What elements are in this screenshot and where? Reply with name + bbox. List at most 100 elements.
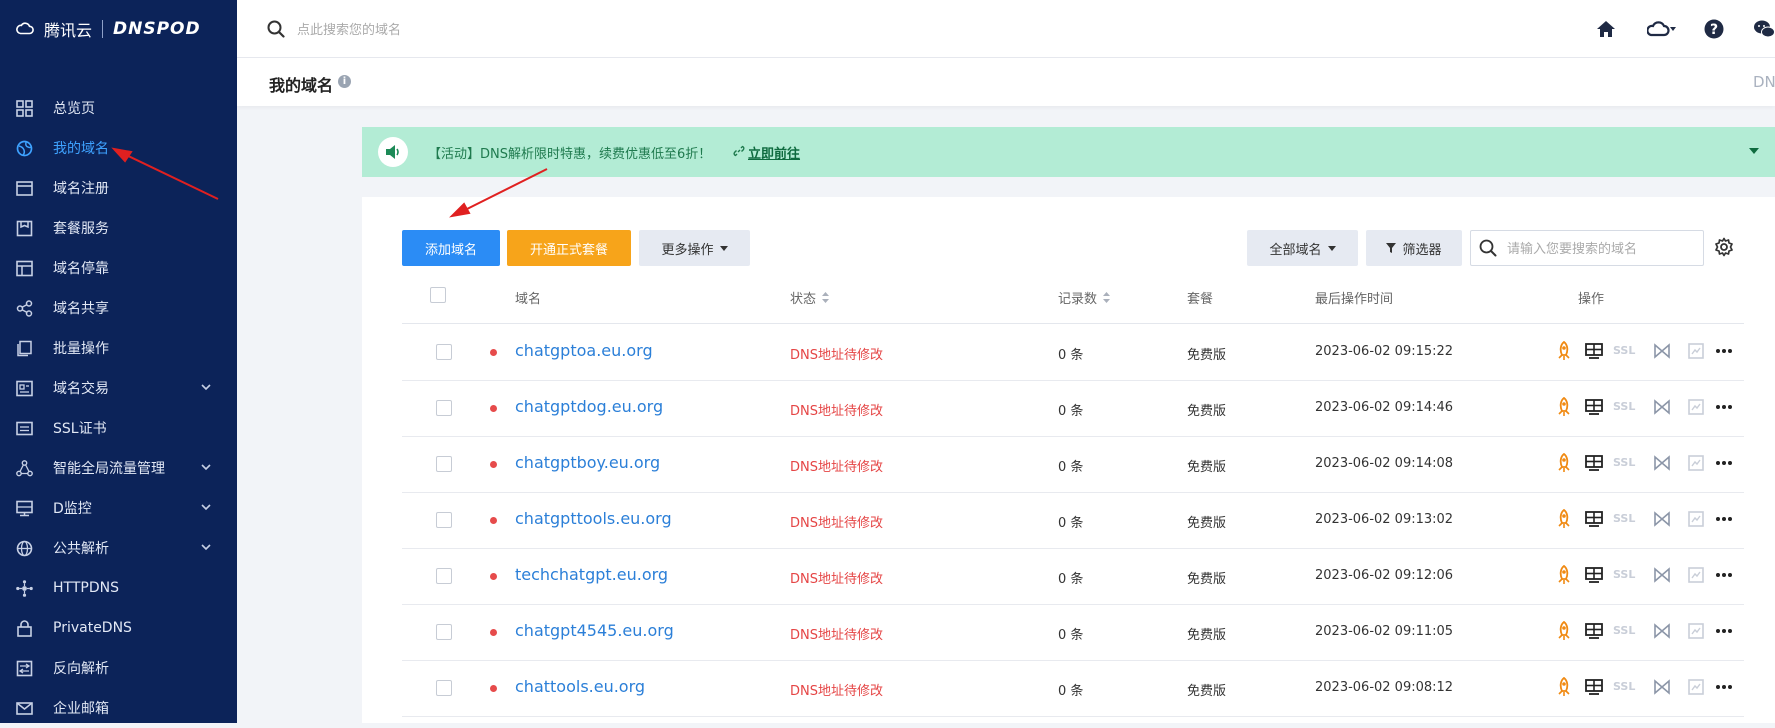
dns-records-icon[interactable]	[1584, 677, 1604, 697]
report-icon[interactable]	[1686, 509, 1706, 529]
report-icon[interactable]	[1686, 397, 1706, 417]
filter-button[interactable]: 筛选器	[1366, 230, 1462, 266]
sidebar-item-d-monitor[interactable]: D监控	[0, 488, 237, 528]
more-icon[interactable]	[1714, 453, 1734, 473]
sidebar-item-domain-register[interactable]: 域名注册	[0, 168, 237, 208]
domain-link[interactable]: chatgptdog.eu.org	[515, 397, 663, 416]
filter-icon	[1386, 243, 1397, 253]
sidebar-item-traffic-management[interactable]: 智能全局流量管理	[0, 448, 237, 488]
domain-link[interactable]: chatgpttools.eu.org	[515, 509, 672, 528]
sidebar-item-domain-parking[interactable]: 域名停靠	[0, 248, 237, 288]
rocket-icon[interactable]	[1554, 565, 1574, 585]
row-checkbox[interactable]	[436, 624, 452, 640]
rocket-icon[interactable]	[1554, 453, 1574, 473]
more-icon[interactable]	[1714, 397, 1734, 417]
wechat-icon[interactable]	[1753, 18, 1775, 40]
row-checkbox[interactable]	[436, 568, 452, 584]
row-checkbox[interactable]	[436, 512, 452, 528]
speaker-icon-wrap	[378, 137, 408, 167]
ssl-action[interactable]: SSL	[1613, 565, 1637, 585]
report-icon[interactable]	[1686, 565, 1706, 585]
sidebar-item-public-dns[interactable]: 公共解析	[0, 528, 237, 568]
sidebar-item-domain-trade[interactable]: 域名交易	[0, 368, 237, 408]
domain-link[interactable]: chatgpt4545.eu.org	[515, 621, 674, 640]
home-icon[interactable]	[1595, 18, 1617, 40]
report-icon[interactable]	[1686, 453, 1706, 473]
more-icon[interactable]	[1714, 565, 1734, 585]
ssl-action[interactable]: SSL	[1613, 621, 1637, 641]
header-last-op-label: 最后操作时间	[1315, 292, 1394, 307]
top-search-input[interactable]	[295, 17, 699, 43]
domain-link[interactable]: chatgptoa.eu.org	[515, 341, 653, 360]
row-checkbox[interactable]	[436, 344, 452, 360]
open-plan-button[interactable]: 开通正式套餐	[507, 230, 631, 266]
rocket-icon[interactable]	[1554, 341, 1574, 361]
report-icon[interactable]	[1686, 621, 1706, 641]
transfer-icon[interactable]	[1652, 565, 1672, 585]
transfer-icon[interactable]	[1652, 509, 1672, 529]
sidebar-item-my-domains[interactable]: 我的域名	[0, 128, 237, 168]
ssl-action[interactable]: SSL	[1613, 509, 1637, 529]
more-icon[interactable]	[1714, 677, 1734, 697]
dns-records-icon[interactable]	[1584, 621, 1604, 641]
rocket-icon[interactable]	[1554, 397, 1574, 417]
sidebar-item-ssl[interactable]: SSL证书	[0, 408, 237, 448]
transfer-icon[interactable]	[1652, 453, 1672, 473]
select-all-checkbox[interactable]	[430, 287, 446, 303]
ssl-icon	[16, 421, 33, 436]
sidebar-item-reverse-dns[interactable]: 反向解析	[0, 648, 237, 688]
more-actions-button[interactable]: 更多操作	[639, 230, 750, 266]
sidebar-item-label: 套餐服务	[53, 221, 109, 237]
transfer-icon[interactable]	[1652, 341, 1672, 361]
speaker-icon	[386, 145, 399, 159]
gear-icon[interactable]	[1714, 237, 1734, 257]
info-icon[interactable]: i	[338, 75, 351, 88]
report-icon[interactable]	[1686, 341, 1706, 361]
dns-records-icon[interactable]	[1584, 397, 1604, 417]
dns-records-icon[interactable]	[1584, 509, 1604, 529]
dns-records-icon[interactable]	[1584, 341, 1604, 361]
help-icon[interactable]: ?	[1703, 18, 1725, 40]
sidebar-item-label: 我的域名	[53, 141, 109, 157]
sidebar-item-enterprise-mail[interactable]: 企业邮箱	[0, 688, 237, 728]
rocket-icon[interactable]	[1554, 621, 1574, 641]
rocket-icon[interactable]	[1554, 677, 1574, 697]
domain-link[interactable]: techchatgpt.eu.org	[515, 565, 668, 584]
banner-link[interactable]: 立即前往	[748, 143, 800, 162]
domain-link[interactable]: chattools.eu.org	[515, 677, 645, 696]
header-records[interactable]: 记录数	[1058, 288, 1111, 307]
logo[interactable]: 腾讯云 DNSPOD	[16, 14, 201, 44]
caret-down-icon	[719, 245, 728, 251]
cloud-dropdown-icon[interactable]	[1647, 18, 1677, 40]
header-status[interactable]: 状态	[790, 288, 830, 307]
sidebar-item-packages[interactable]: 套餐服务	[0, 208, 237, 248]
more-icon[interactable]	[1714, 509, 1734, 529]
ssl-action[interactable]: SSL	[1613, 453, 1637, 473]
rocket-icon[interactable]	[1554, 509, 1574, 529]
dns-records-icon[interactable]	[1584, 453, 1604, 473]
row-checkbox[interactable]	[436, 680, 452, 696]
transfer-icon[interactable]	[1652, 397, 1672, 417]
caret-down-icon[interactable]	[1748, 146, 1760, 156]
domain-link[interactable]: chatgptboy.eu.org	[515, 453, 660, 472]
domain-search-input[interactable]	[1505, 238, 1699, 260]
sidebar-item-batch[interactable]: 批量操作	[0, 328, 237, 368]
report-icon[interactable]	[1686, 677, 1706, 697]
ssl-action[interactable]: SSL	[1613, 397, 1637, 417]
sidebar-item-private-dns[interactable]: PrivateDNS	[0, 608, 237, 648]
row-checkbox[interactable]	[436, 400, 452, 416]
sidebar-item-httpdns[interactable]: HTTPDNS	[0, 568, 237, 608]
table-row: techchatgpt.eu.org DNS地址待修改 0 条 免费版 2023-06-…	[402, 548, 1744, 605]
ssl-action[interactable]: SSL	[1613, 341, 1637, 361]
ssl-action[interactable]: SSL	[1613, 677, 1637, 697]
row-checkbox[interactable]	[436, 456, 452, 472]
transfer-icon[interactable]	[1652, 677, 1672, 697]
sidebar-item-overview[interactable]: 总览页	[0, 88, 237, 128]
more-icon[interactable]	[1714, 341, 1734, 361]
sidebar-item-domain-share[interactable]: 域名共享	[0, 288, 237, 328]
dns-records-icon[interactable]	[1584, 565, 1604, 585]
transfer-icon[interactable]	[1652, 621, 1672, 641]
all-domains-dropdown[interactable]: 全部域名	[1247, 230, 1358, 266]
add-domain-button[interactable]: 添加域名	[402, 230, 500, 266]
more-icon[interactable]	[1714, 621, 1734, 641]
